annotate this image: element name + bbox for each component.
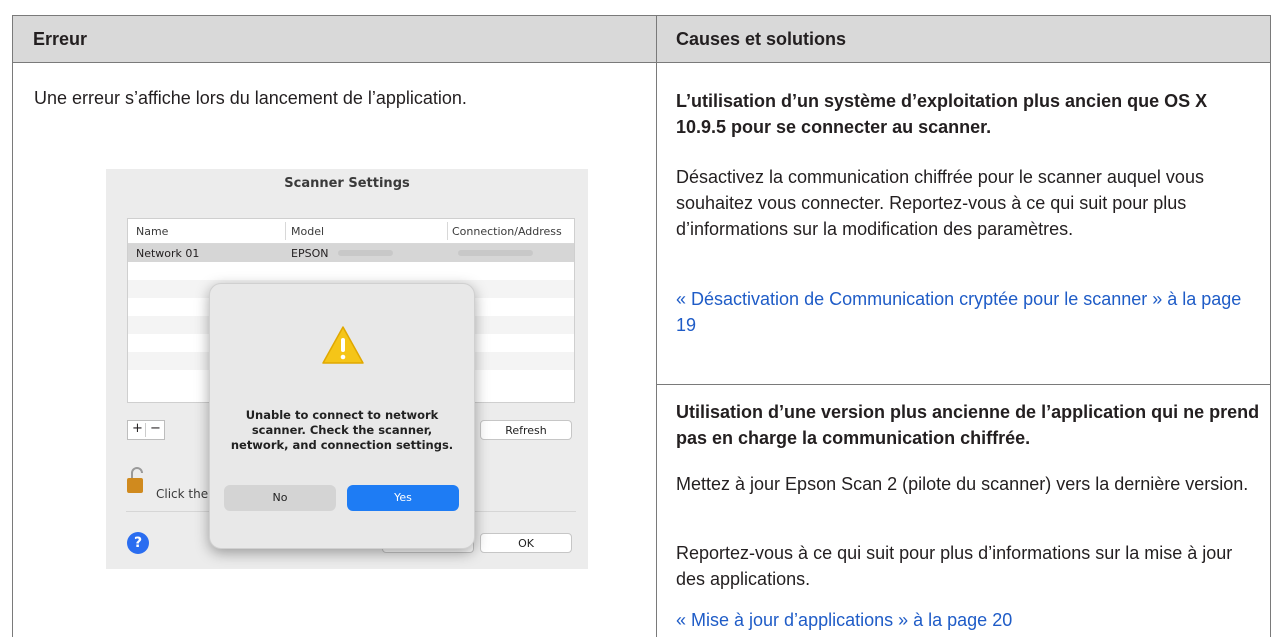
cause-body-2: Mettez à jour Epson Scan 2 (pilote du sc… — [676, 474, 1249, 494]
lock-text: Click the — [156, 487, 209, 501]
row-divider — [657, 384, 1270, 385]
list-header: Name Model Connection/Address — [128, 219, 574, 244]
cause-body-1: Désactivez la communication chiffrée pou… — [676, 167, 1204, 239]
cause-link-2[interactable]: « Mise à jour d’applications » à la page… — [676, 610, 1012, 630]
header-error: Erreur — [33, 29, 88, 49]
list-row-selected[interactable]: Network 01 EPSON — [128, 244, 574, 262]
warning-icon — [322, 326, 364, 364]
table-header: Erreur Causes et solutions — [13, 15, 1270, 63]
alert-message: Unable to connect to network scanner. Ch… — [230, 408, 454, 452]
col-name: Name — [136, 225, 169, 238]
refresh-button[interactable]: Refresh — [480, 420, 572, 440]
header-causes: Causes et solutions — [676, 29, 847, 49]
minus-button[interactable]: − — [150, 421, 161, 436]
scanner-settings-screenshot: Scanner Settings Name Model Connection/A… — [106, 169, 588, 569]
ok-button[interactable]: OK — [480, 533, 572, 553]
plus-button[interactable]: + — [132, 421, 143, 436]
col-model: Model — [291, 225, 325, 238]
cause-title-1: L’utilisation d’un système d’exploitatio… — [676, 91, 1208, 137]
lock-icon[interactable] — [127, 467, 147, 493]
window-title: Scanner Settings — [284, 176, 410, 191]
cause-link-1[interactable]: « Désactivation de Communication cryptée… — [676, 289, 1241, 335]
help-button[interactable]: ? — [127, 532, 149, 554]
cause-title-2: Utilisation d’une version plus ancienne … — [676, 402, 1260, 448]
error-description: Une erreur s’affiche lors du lancement d… — [34, 88, 467, 108]
yes-button[interactable]: Yes — [347, 485, 459, 511]
no-button[interactable]: No — [224, 485, 336, 511]
cause-body-2b: Reportez-vous à ce qui suit pour plus d’… — [676, 543, 1233, 589]
col-address: Connection/Address — [452, 225, 562, 238]
column-divider — [656, 15, 657, 637]
add-remove-buttons[interactable]: + − — [127, 420, 165, 440]
alert-dialog: Unable to connect to network scanner. Ch… — [209, 283, 475, 549]
error-table: Erreur Causes et solutions Une erreur s’… — [12, 15, 1271, 637]
